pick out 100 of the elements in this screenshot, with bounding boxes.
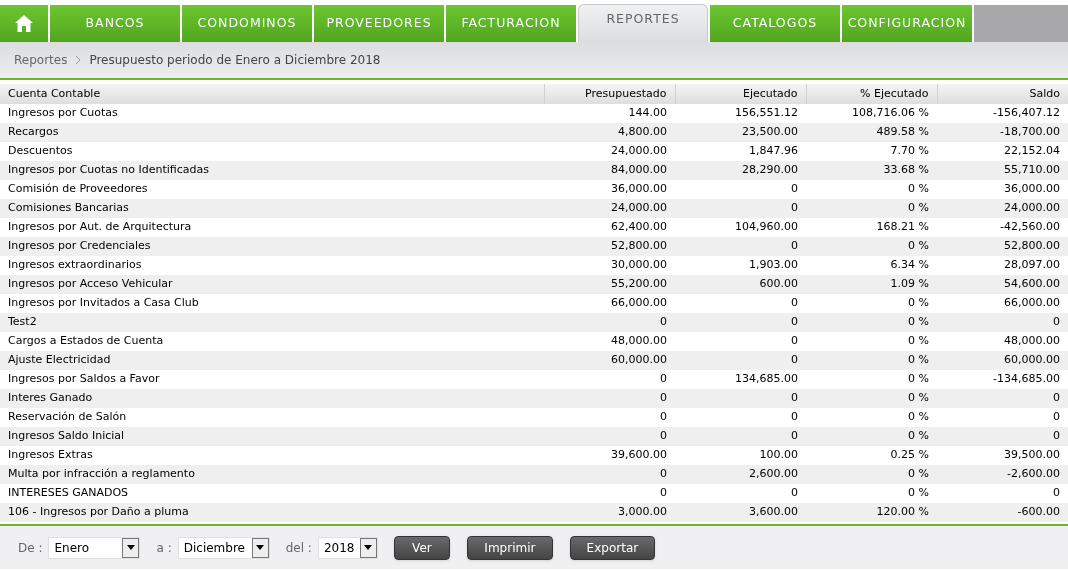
table-cell: 60,000.00	[544, 351, 675, 370]
table-cell: 0	[544, 389, 675, 408]
table-cell: 66,000.00	[937, 294, 1068, 313]
table-cell: 0 %	[806, 408, 937, 427]
filter-label: a :	[156, 539, 172, 557]
table-cell: 104,960.00	[675, 218, 806, 237]
table-cell: 24,000.00	[937, 199, 1068, 218]
table-cell: Test2	[0, 313, 544, 332]
table-cell: Recargos	[0, 123, 544, 142]
table-cell: 24,000.00	[544, 142, 675, 161]
table-cell: 0	[937, 313, 1068, 332]
table-cell: 60,000.00	[937, 351, 1068, 370]
table-cell: Ajuste Electricidad	[0, 351, 544, 370]
table-cell: 48,000.00	[937, 332, 1068, 351]
nav-tab[interactable]: CONDOMINOS	[182, 5, 312, 42]
table-cell: -156,407.12	[937, 104, 1068, 123]
table-cell: 120.00 %	[806, 503, 937, 522]
table-cell: 0	[544, 408, 675, 427]
nav-tab[interactable]: PROVEEDORES	[314, 5, 444, 42]
table-cell: 0	[675, 389, 806, 408]
table-cell: Ingresos Saldo Inicial	[0, 427, 544, 446]
action-button[interactable]: Imprimir	[466, 535, 553, 560]
table-cell: Descuentos	[0, 142, 544, 161]
table-cell: 0	[675, 294, 806, 313]
table-cell: 168.21 %	[806, 218, 937, 237]
breadcrumb-link[interactable]: Reportes	[14, 51, 68, 69]
table-cell: 0	[675, 408, 806, 427]
table-cell: 106 - Ingresos por Daño a pluma	[0, 503, 544, 522]
table-cell: 0 %	[806, 332, 937, 351]
table-cell: 0	[675, 484, 806, 503]
table-cell: 600.00	[675, 275, 806, 294]
table-cell: Ingresos Extras	[0, 446, 544, 465]
table-cell: -600.00	[937, 503, 1068, 522]
table-cell: -42,560.00	[937, 218, 1068, 237]
table-cell: 36,000.00	[937, 180, 1068, 199]
table-cell: 7.70 %	[806, 142, 937, 161]
table-cell: Ingresos por Invitados a Casa Club	[0, 294, 544, 313]
table-cell: 52,800.00	[937, 237, 1068, 256]
table-cell: 4,800.00	[544, 123, 675, 142]
table-cell: 0	[675, 332, 806, 351]
table-cell: -2,600.00	[937, 465, 1068, 484]
table-cell: 36,000.00	[544, 180, 675, 199]
table-cell: Multa por infracción a reglamento	[0, 465, 544, 484]
table-cell: -18,700.00	[937, 123, 1068, 142]
table-cell: Ingresos por Aut. de Arquitectura	[0, 218, 544, 237]
nav-tab[interactable]: REPORTES	[578, 4, 708, 42]
chevron-icon	[75, 55, 82, 65]
dropdown[interactable]: 2018	[317, 536, 378, 559]
table-cell: 0	[675, 351, 806, 370]
table-cell: 30,000.00	[544, 256, 675, 275]
home-tab[interactable]	[0, 5, 48, 42]
table-cell: 1,903.00	[675, 256, 806, 275]
action-button[interactable]: Exportar	[569, 535, 655, 560]
table-cell: 0	[675, 427, 806, 446]
table-cell: 28,097.00	[937, 256, 1068, 275]
nav-tab[interactable]: BANCOS	[50, 5, 180, 42]
table-cell: 1,847.96	[675, 142, 806, 161]
home-icon	[15, 15, 33, 32]
filter-label: De :	[18, 539, 43, 557]
breadcrumb-current: Presupuesto periodo de Enero a Diciembre 2018	[89, 52, 381, 69]
table-cell: 0	[937, 408, 1068, 427]
nav-tab[interactable]: FACTURACION	[446, 5, 576, 42]
table-cell: 108,716.06 %	[806, 104, 937, 123]
table-cell: 23,500.00	[675, 123, 806, 142]
table-cell: 0 %	[806, 484, 937, 503]
table-cell: 24,000.00	[544, 199, 675, 218]
nav-tab[interactable]: CATALOGOS	[710, 5, 840, 42]
table-cell: 0 %	[806, 465, 937, 484]
dropdown[interactable]: Diciembre	[177, 536, 270, 559]
table-cell: 48,000.00	[544, 332, 675, 351]
table-cell: 55,200.00	[544, 275, 675, 294]
table-cell: 134,685.00	[675, 370, 806, 389]
table-cell: 0 %	[806, 370, 937, 389]
table-cell: 0	[544, 484, 675, 503]
table-cell: 0	[544, 313, 675, 332]
table-cell: 0	[544, 370, 675, 389]
table-cell: 39,600.00	[544, 446, 675, 465]
table-cell: 33.68 %	[806, 161, 937, 180]
nav-tab[interactable]: CONFIGURACION	[842, 5, 972, 42]
table-cell: 156,551.12	[675, 104, 806, 123]
table-cell: Ingresos por Credenciales	[0, 237, 544, 256]
table-cell: 144.00	[544, 104, 675, 123]
table-cell: 0	[675, 199, 806, 218]
table-cell: 6.34 %	[806, 256, 937, 275]
table-cell: 28,290.00	[675, 161, 806, 180]
table-cell: 0	[675, 237, 806, 256]
table-cell: 0	[675, 180, 806, 199]
dropdown[interactable]: Enero	[48, 536, 141, 559]
table-cell: Ingresos por Acceso Vehicular	[0, 275, 544, 294]
table-cell: Interes Ganado	[0, 389, 544, 408]
action-button[interactable]: Ver	[393, 535, 450, 560]
table-cell: 2,600.00	[675, 465, 806, 484]
table-cell: 0 %	[806, 389, 937, 408]
table-cell: 0 %	[806, 427, 937, 446]
table-cell: 1.09 %	[806, 275, 937, 294]
table-cell: 84,000.00	[544, 161, 675, 180]
table-cell: Cargos a Estados de Cuenta	[0, 332, 544, 351]
table-cell: 0	[675, 313, 806, 332]
table-cell: 0	[937, 427, 1068, 446]
table-cell: 0.25 %	[806, 446, 937, 465]
